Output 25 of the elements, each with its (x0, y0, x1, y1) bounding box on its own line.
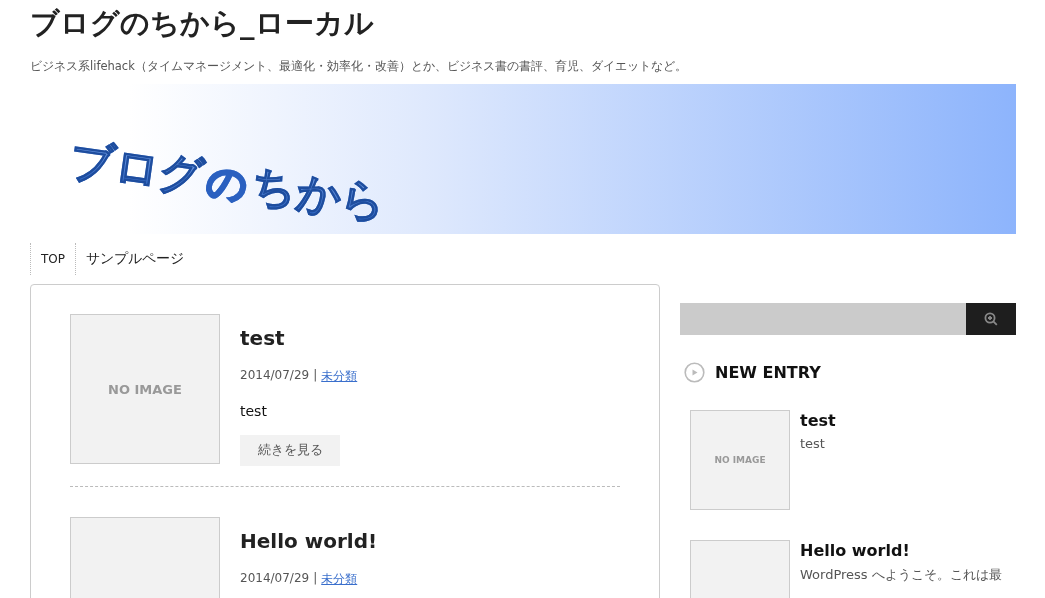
category-link[interactable]: 未分類 (321, 571, 358, 588)
nav-link[interactable]: TOP (30, 243, 75, 275)
section-heading: NEW ENTRY (715, 363, 821, 382)
post-title[interactable]: test (240, 326, 285, 350)
post-excerpt: test (240, 403, 267, 419)
entry-excerpt: test (800, 436, 826, 451)
nav-link[interactable]: サンプルページ (75, 243, 194, 275)
entry-excerpt: WordPress へようこそ。これは最 (800, 566, 1002, 584)
no-image-text: NO IMAGE (714, 455, 766, 465)
read-more-button[interactable]: 続きを見る (240, 435, 340, 466)
entry-title[interactable]: Hello world! (800, 541, 1002, 560)
post-date: 2014/07/29 (240, 571, 310, 587)
site-tagline: ビジネス系lifehack（タイムマネージメント、最適化・効率化・改善）とか、ビジネス書の書評、育児、ダイエットなど。 (30, 59, 687, 74)
entry-title[interactable]: test (800, 411, 836, 430)
site-title[interactable]: ブログのちから_ローカル (30, 3, 374, 43)
post-date: 2014/07/29 (240, 368, 310, 384)
play-circle-icon (684, 362, 705, 383)
no-image-text: NO IMAGE (108, 381, 182, 397)
meta-separator: | (313, 368, 318, 384)
category-link[interactable]: 未分類 (321, 368, 358, 385)
search-field[interactable] (680, 303, 966, 335)
meta-separator: | (313, 571, 318, 587)
post-title[interactable]: Hello world! (240, 529, 378, 553)
search-button[interactable] (966, 303, 1016, 335)
zoom-in-icon (984, 312, 998, 326)
